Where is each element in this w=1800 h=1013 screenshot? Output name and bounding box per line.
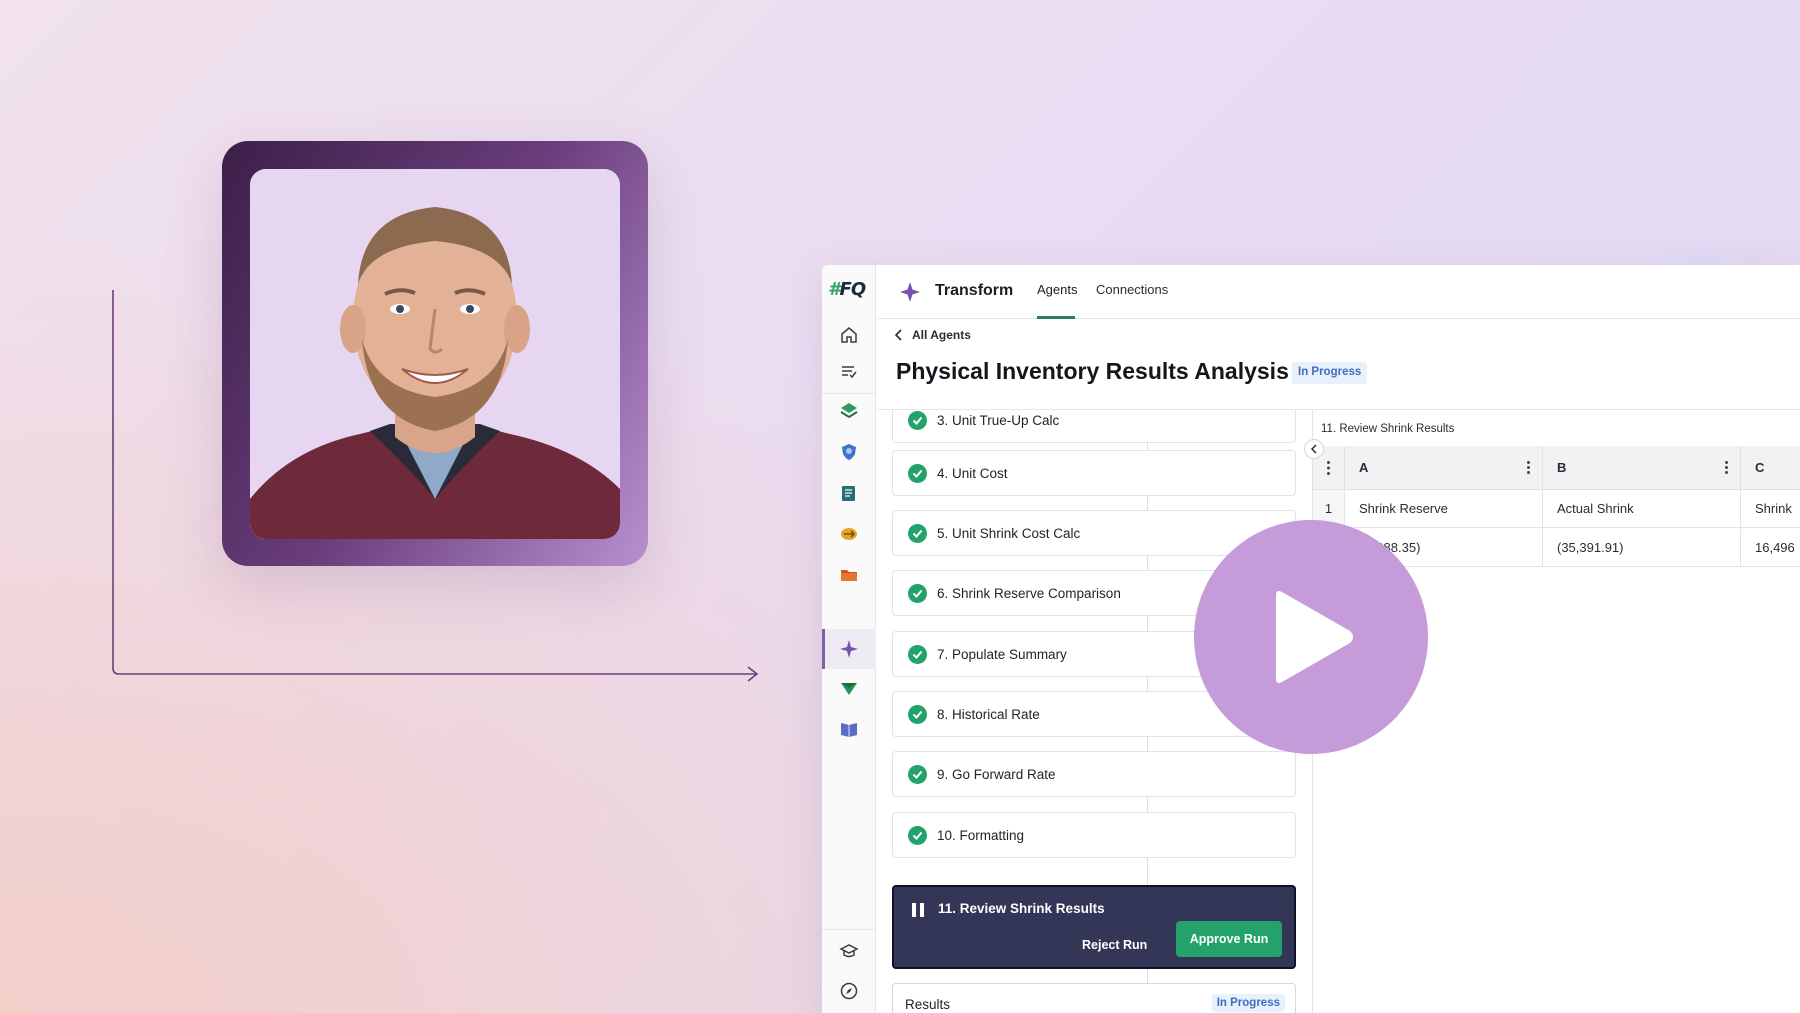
breadcrumb[interactable]: All Agents — [894, 328, 971, 342]
step-item[interactable]: 10. Formatting — [892, 812, 1296, 858]
table-cell[interactable]: Shrink — [1741, 490, 1800, 527]
step-item[interactable]: 9. Go Forward Rate — [892, 751, 1296, 797]
step-item[interactable]: 4. Unit Cost — [892, 450, 1296, 496]
table-cell[interactable]: (35,391.91) — [1543, 529, 1741, 566]
active-step-label: 11. Review Shrink Results — [938, 901, 1105, 916]
ledger-icon[interactable] — [837, 399, 861, 423]
check-circle-icon — [908, 583, 927, 603]
page-title: Physical Inventory Results Analysis — [896, 358, 1289, 384]
tab-connections[interactable]: Connections — [1096, 282, 1168, 297]
step-label: 6. Shrink Reserve Comparison — [937, 585, 1121, 601]
reject-run-button[interactable]: Reject Run — [1074, 929, 1155, 961]
check-circle-icon — [908, 523, 927, 543]
step-label: 5. Unit Shrink Cost Calc — [937, 525, 1081, 541]
transform-icon — [900, 282, 920, 302]
step-label: 10. Formatting — [937, 827, 1025, 843]
table-cell[interactable]: Actual Shrink — [1543, 490, 1741, 527]
step-item[interactable]: 3. Unit True-Up Calc — [892, 410, 1296, 443]
book-icon[interactable] — [837, 717, 861, 741]
status-badge: In Progress — [1292, 362, 1368, 384]
results-label: Results — [905, 997, 951, 1012]
folder-icon[interactable] — [837, 563, 861, 587]
reconcile-icon[interactable] — [837, 522, 861, 546]
step-label: 3. Unit True-Up Calc — [937, 412, 1060, 428]
tab-agents[interactable]: Agents — [1037, 282, 1077, 297]
sheet-name: 11. Review Shrink Results — [1321, 423, 1455, 435]
approve-run-button[interactable]: Approve Run — [1176, 921, 1282, 957]
step-label: 4. Unit Cost — [937, 465, 1008, 481]
shield-icon[interactable] — [837, 440, 861, 464]
check-circle-icon — [908, 764, 927, 784]
home-icon[interactable] — [837, 323, 861, 347]
column-menu-icon[interactable] — [1527, 461, 1530, 475]
results-row[interactable]: Results In Progress — [892, 983, 1296, 1013]
chevron-left-icon — [1310, 444, 1317, 454]
column-header-a[interactable]: A — [1345, 446, 1543, 489]
presenter-portrait — [250, 169, 620, 539]
play-icon — [1276, 591, 1353, 683]
check-circle-icon — [908, 410, 927, 430]
column-menu-icon[interactable] — [1725, 461, 1728, 475]
step-label: 7. Populate Summary — [937, 646, 1067, 662]
learn-icon[interactable] — [837, 939, 861, 963]
top-bar: Transform Agents Connections — [877, 265, 1800, 319]
step-label: 9. Go Forward Rate — [937, 766, 1056, 782]
task-list-icon[interactable] — [837, 359, 861, 383]
column-header-row: A B C — [1313, 446, 1800, 490]
play-button[interactable] — [1194, 520, 1428, 754]
brand-title: Transform — [935, 282, 1014, 299]
reports-icon[interactable] — [837, 481, 861, 505]
sidebar-rail: #FQ — [822, 265, 876, 1013]
table-cell[interactable]: 16,496 — [1741, 529, 1800, 566]
check-circle-icon — [908, 463, 927, 483]
compass-icon[interactable] — [837, 979, 861, 1003]
send-icon[interactable] — [837, 677, 861, 701]
app-logo[interactable]: #FQ — [828, 279, 870, 303]
pause-icon[interactable] — [912, 903, 926, 918]
transform-icon[interactable] — [837, 637, 861, 661]
column-header-c[interactable]: C — [1741, 446, 1800, 489]
presenter-photo — [250, 169, 620, 539]
results-status-badge: In Progress — [1211, 994, 1285, 1012]
check-circle-icon — [908, 704, 927, 724]
presenter-photo-card — [222, 141, 648, 566]
active-step-card[interactable]: 11. Review Shrink Results Reject Run App… — [892, 885, 1296, 969]
column-header-b[interactable]: B — [1543, 446, 1741, 489]
breadcrumb-label: All Agents — [912, 328, 971, 342]
table-row: 1 Shrink Reserve Actual Shrink Shrink — [1313, 490, 1800, 528]
collapse-panel-button[interactable] — [1304, 439, 1324, 459]
chevron-left-icon — [894, 329, 902, 341]
check-circle-icon — [908, 644, 927, 664]
step-label: 8. Historical Rate — [937, 706, 1040, 722]
active-tab-underline — [1037, 316, 1075, 319]
check-circle-icon — [908, 825, 927, 845]
table-cell[interactable]: Shrink Reserve — [1345, 490, 1543, 527]
